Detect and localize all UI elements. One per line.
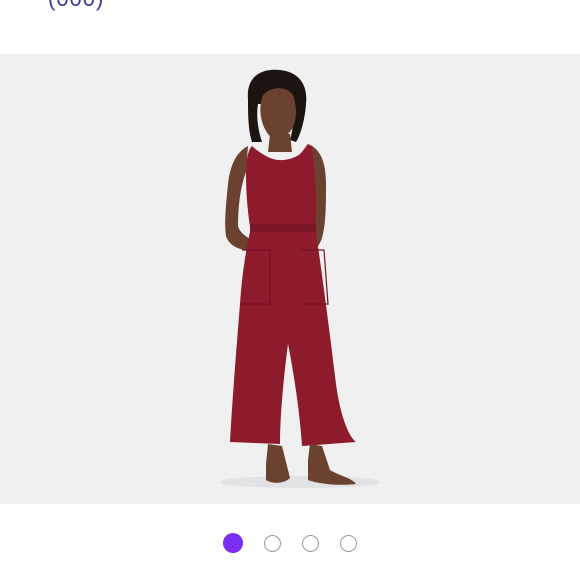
jumpsuit-pants [230,232,356,446]
carousel-dot-4[interactable] [340,534,357,552]
carousel-dot-3[interactable] [302,534,319,552]
carousel-dot-1[interactable] [223,533,243,553]
floor-shadow [220,476,380,488]
header-area: (000) [0,0,580,54]
carousel-pagination [0,530,580,556]
face [260,88,296,139]
product-photo[interactable] [0,54,580,504]
left-foot [266,444,290,483]
right-foot [308,444,356,485]
cropped-header-text: (000) [48,0,104,12]
model-jumpsuit-illustration [220,69,380,488]
product-image-viewer: (000) [0,0,580,580]
neck [268,134,292,152]
jumpsuit-top [246,144,316,226]
carousel-dot-2[interactable] [264,534,281,552]
